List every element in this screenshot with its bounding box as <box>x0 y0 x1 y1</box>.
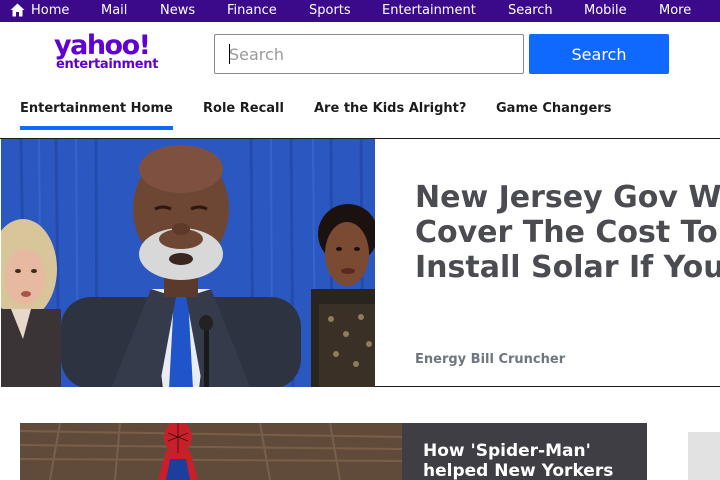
hero-headline-line-1: New Jersey Gov W <box>415 180 720 215</box>
topnav-finance-link[interactable]: Finance <box>227 0 277 22</box>
topnav-home-link[interactable]: Home <box>10 0 69 22</box>
logo-section: entertainment <box>56 57 159 72</box>
active-tab-indicator <box>20 126 173 130</box>
topnav-mail-link[interactable]: Mail <box>101 0 127 22</box>
topnav-news-link[interactable]: News <box>160 0 195 22</box>
story-card-headline: How 'Spider-Man' helped New Yorkers <box>423 441 647 480</box>
tab-role-recall[interactable]: Role Recall <box>203 101 284 116</box>
topnav-home-label: Home <box>31 3 70 18</box>
divider <box>375 386 720 387</box>
topnav-search-link[interactable]: Search <box>508 0 553 22</box>
topnav-sports-link[interactable]: Sports <box>309 0 351 22</box>
home-icon <box>10 3 25 17</box>
story-card-image <box>20 423 402 480</box>
hero-headline-line-2: Cover The Cost To <box>415 215 718 250</box>
story-headline-line-2: helped New Yorkers <box>423 461 614 480</box>
topnav-mobile-link[interactable]: Mobile <box>584 0 627 22</box>
story-card[interactable]: How 'Spider-Man' helped New Yorkers <box>20 423 647 480</box>
story-headline-line-1: How 'Spider-Man' <box>423 441 591 461</box>
tab-game-changers[interactable]: Game Changers <box>496 101 611 116</box>
topnav-more-link[interactable]: More <box>659 0 691 22</box>
hero-sponsor[interactable]: Energy Bill Cruncher <box>415 352 565 367</box>
hero-headline-line-3: Install Solar If You <box>415 250 720 285</box>
top-nav-bar: Home Mail News Finance Sports Entertainm… <box>0 0 720 22</box>
hero-headline[interactable]: New Jersey Gov W Cover The Cost To Insta… <box>415 180 720 285</box>
tab-are-the-kids-alright[interactable]: Are the Kids Alright? <box>314 101 466 116</box>
search-button[interactable]: Search <box>529 34 669 74</box>
tab-entertainment-home[interactable]: Entertainment Home <box>20 101 173 116</box>
topnav-entertainment-link[interactable]: Entertainment <box>382 0 476 22</box>
hero-image[interactable] <box>1 139 375 387</box>
side-thumbnail[interactable] <box>688 432 720 480</box>
yahoo-entertainment-logo[interactable]: yahoo! entertainment <box>54 30 174 74</box>
text-cursor <box>229 44 230 64</box>
search-input[interactable] <box>214 34 524 74</box>
